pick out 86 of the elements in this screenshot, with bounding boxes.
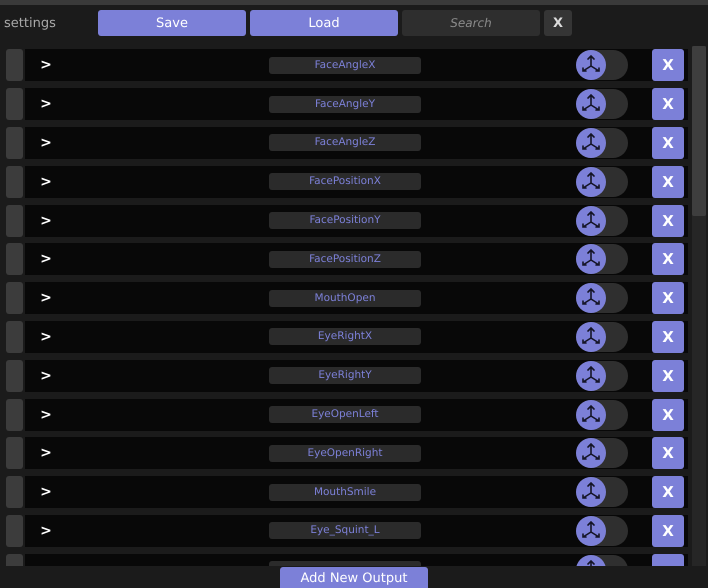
drag-handle[interactable] — [6, 88, 23, 120]
expand-button[interactable]: > — [31, 366, 61, 386]
axes-icon — [576, 360, 606, 391]
toggle-switch[interactable] — [576, 360, 628, 391]
output-name-field[interactable]: FaceAngleZ — [269, 134, 421, 152]
remove-button[interactable]: X — [652, 476, 684, 508]
output-name-field[interactable]: EyeOpenRight — [269, 444, 421, 462]
remove-button[interactable]: X — [652, 204, 684, 237]
drag-handle[interactable] — [6, 282, 23, 314]
toggle-switch[interactable] — [576, 400, 628, 430]
toggle-switch[interactable] — [576, 50, 628, 80]
output-name-field[interactable]: Eye_Squint_L — [269, 522, 421, 540]
add-output-button[interactable]: Add New Output — [280, 567, 428, 588]
expand-button[interactable]: > — [31, 210, 61, 231]
axes-icon — [576, 166, 606, 197]
remove-button[interactable]: X — [652, 282, 684, 314]
axes-icon — [576, 283, 606, 314]
toggle-switch[interactable] — [576, 438, 628, 468]
expand-button[interactable]: > — [31, 520, 61, 541]
search-field[interactable]: Search — [402, 10, 540, 36]
toggle-switch[interactable] — [576, 166, 628, 197]
header-button[interactable]: Load — [250, 10, 398, 36]
remove-button[interactable]: X — [652, 166, 684, 198]
scrollbar[interactable] — [692, 46, 706, 566]
drag-handle[interactable] — [6, 514, 23, 547]
axes-icon — [576, 244, 606, 274]
output-name-field[interactable]: MouthSmile — [269, 484, 421, 501]
expand-button[interactable]: > — [31, 482, 61, 502]
output-name-field[interactable]: FacePositionX — [269, 173, 421, 190]
expand-button[interactable]: > — [31, 94, 61, 114]
toggle-switch[interactable] — [576, 283, 628, 314]
expand-button[interactable]: > — [31, 172, 61, 192]
drag-handle[interactable] — [6, 476, 23, 508]
output-name-field[interactable]: EyeOpenLeft — [269, 406, 421, 424]
toggle-switch[interactable] — [576, 516, 628, 546]
toggle-switch[interactable] — [576, 244, 628, 274]
output-name-field[interactable]: FaceAngleY — [269, 96, 421, 113]
drag-handle[interactable] — [6, 126, 23, 159]
axes-icon — [576, 89, 606, 120]
remove-button[interactable]: X — [652, 243, 684, 276]
remove-button[interactable]: X — [652, 514, 684, 547]
toggle-switch[interactable] — [576, 206, 628, 236]
expand-button[interactable]: > — [31, 404, 61, 425]
axes-icon — [576, 206, 606, 236]
toggle-switch[interactable] — [576, 89, 628, 120]
expand-button[interactable]: > — [31, 132, 61, 153]
output-name-field[interactable]: EyeRightX — [269, 328, 421, 346]
expand-button[interactable]: > — [31, 326, 61, 347]
expand-button[interactable]: > — [31, 249, 61, 270]
clear-search-button[interactable]: X — [544, 10, 572, 36]
drag-handle[interactable] — [6, 360, 23, 392]
output-name-field[interactable]: MouthOpen — [269, 290, 421, 307]
axes-icon — [576, 400, 606, 430]
remove-button[interactable]: X — [652, 49, 684, 82]
settings-title: settings — [4, 16, 57, 30]
axes-icon — [576, 438, 606, 468]
scrollbar-thumb[interactable] — [692, 46, 706, 216]
expand-button[interactable]: > — [31, 55, 61, 76]
remove-button[interactable]: X — [652, 320, 684, 353]
output-name-field[interactable]: EyeRightY — [269, 367, 421, 384]
drag-handle[interactable] — [6, 49, 23, 82]
remove-button[interactable]: X — [652, 398, 684, 431]
remove-button[interactable]: X — [652, 360, 684, 392]
axes-icon — [576, 516, 606, 546]
remove-button[interactable]: X — [652, 437, 684, 470]
drag-handle[interactable] — [6, 437, 23, 470]
remove-button[interactable]: X — [652, 126, 684, 159]
expand-button[interactable]: > — [31, 443, 61, 464]
drag-handle[interactable] — [6, 398, 23, 431]
expand-button[interactable]: > — [31, 288, 61, 308]
drag-handle[interactable] — [6, 243, 23, 276]
output-name-field[interactable]: FaceAngleX — [269, 56, 421, 74]
axes-icon — [576, 128, 606, 158]
axes-icon — [576, 322, 606, 352]
drag-handle[interactable] — [6, 166, 23, 198]
output-name-field[interactable]: FacePositionZ — [269, 250, 421, 268]
remove-button[interactable]: X — [652, 88, 684, 120]
output-name-field[interactable]: FacePositionY — [269, 212, 421, 230]
header-button[interactable]: Save — [98, 10, 246, 36]
toggle-switch[interactable] — [576, 322, 628, 352]
toggle-switch[interactable] — [576, 477, 628, 508]
drag-handle[interactable] — [6, 204, 23, 237]
axes-icon — [576, 50, 606, 80]
toggle-switch[interactable] — [576, 128, 628, 158]
axes-icon — [576, 477, 606, 508]
drag-handle[interactable] — [6, 320, 23, 353]
